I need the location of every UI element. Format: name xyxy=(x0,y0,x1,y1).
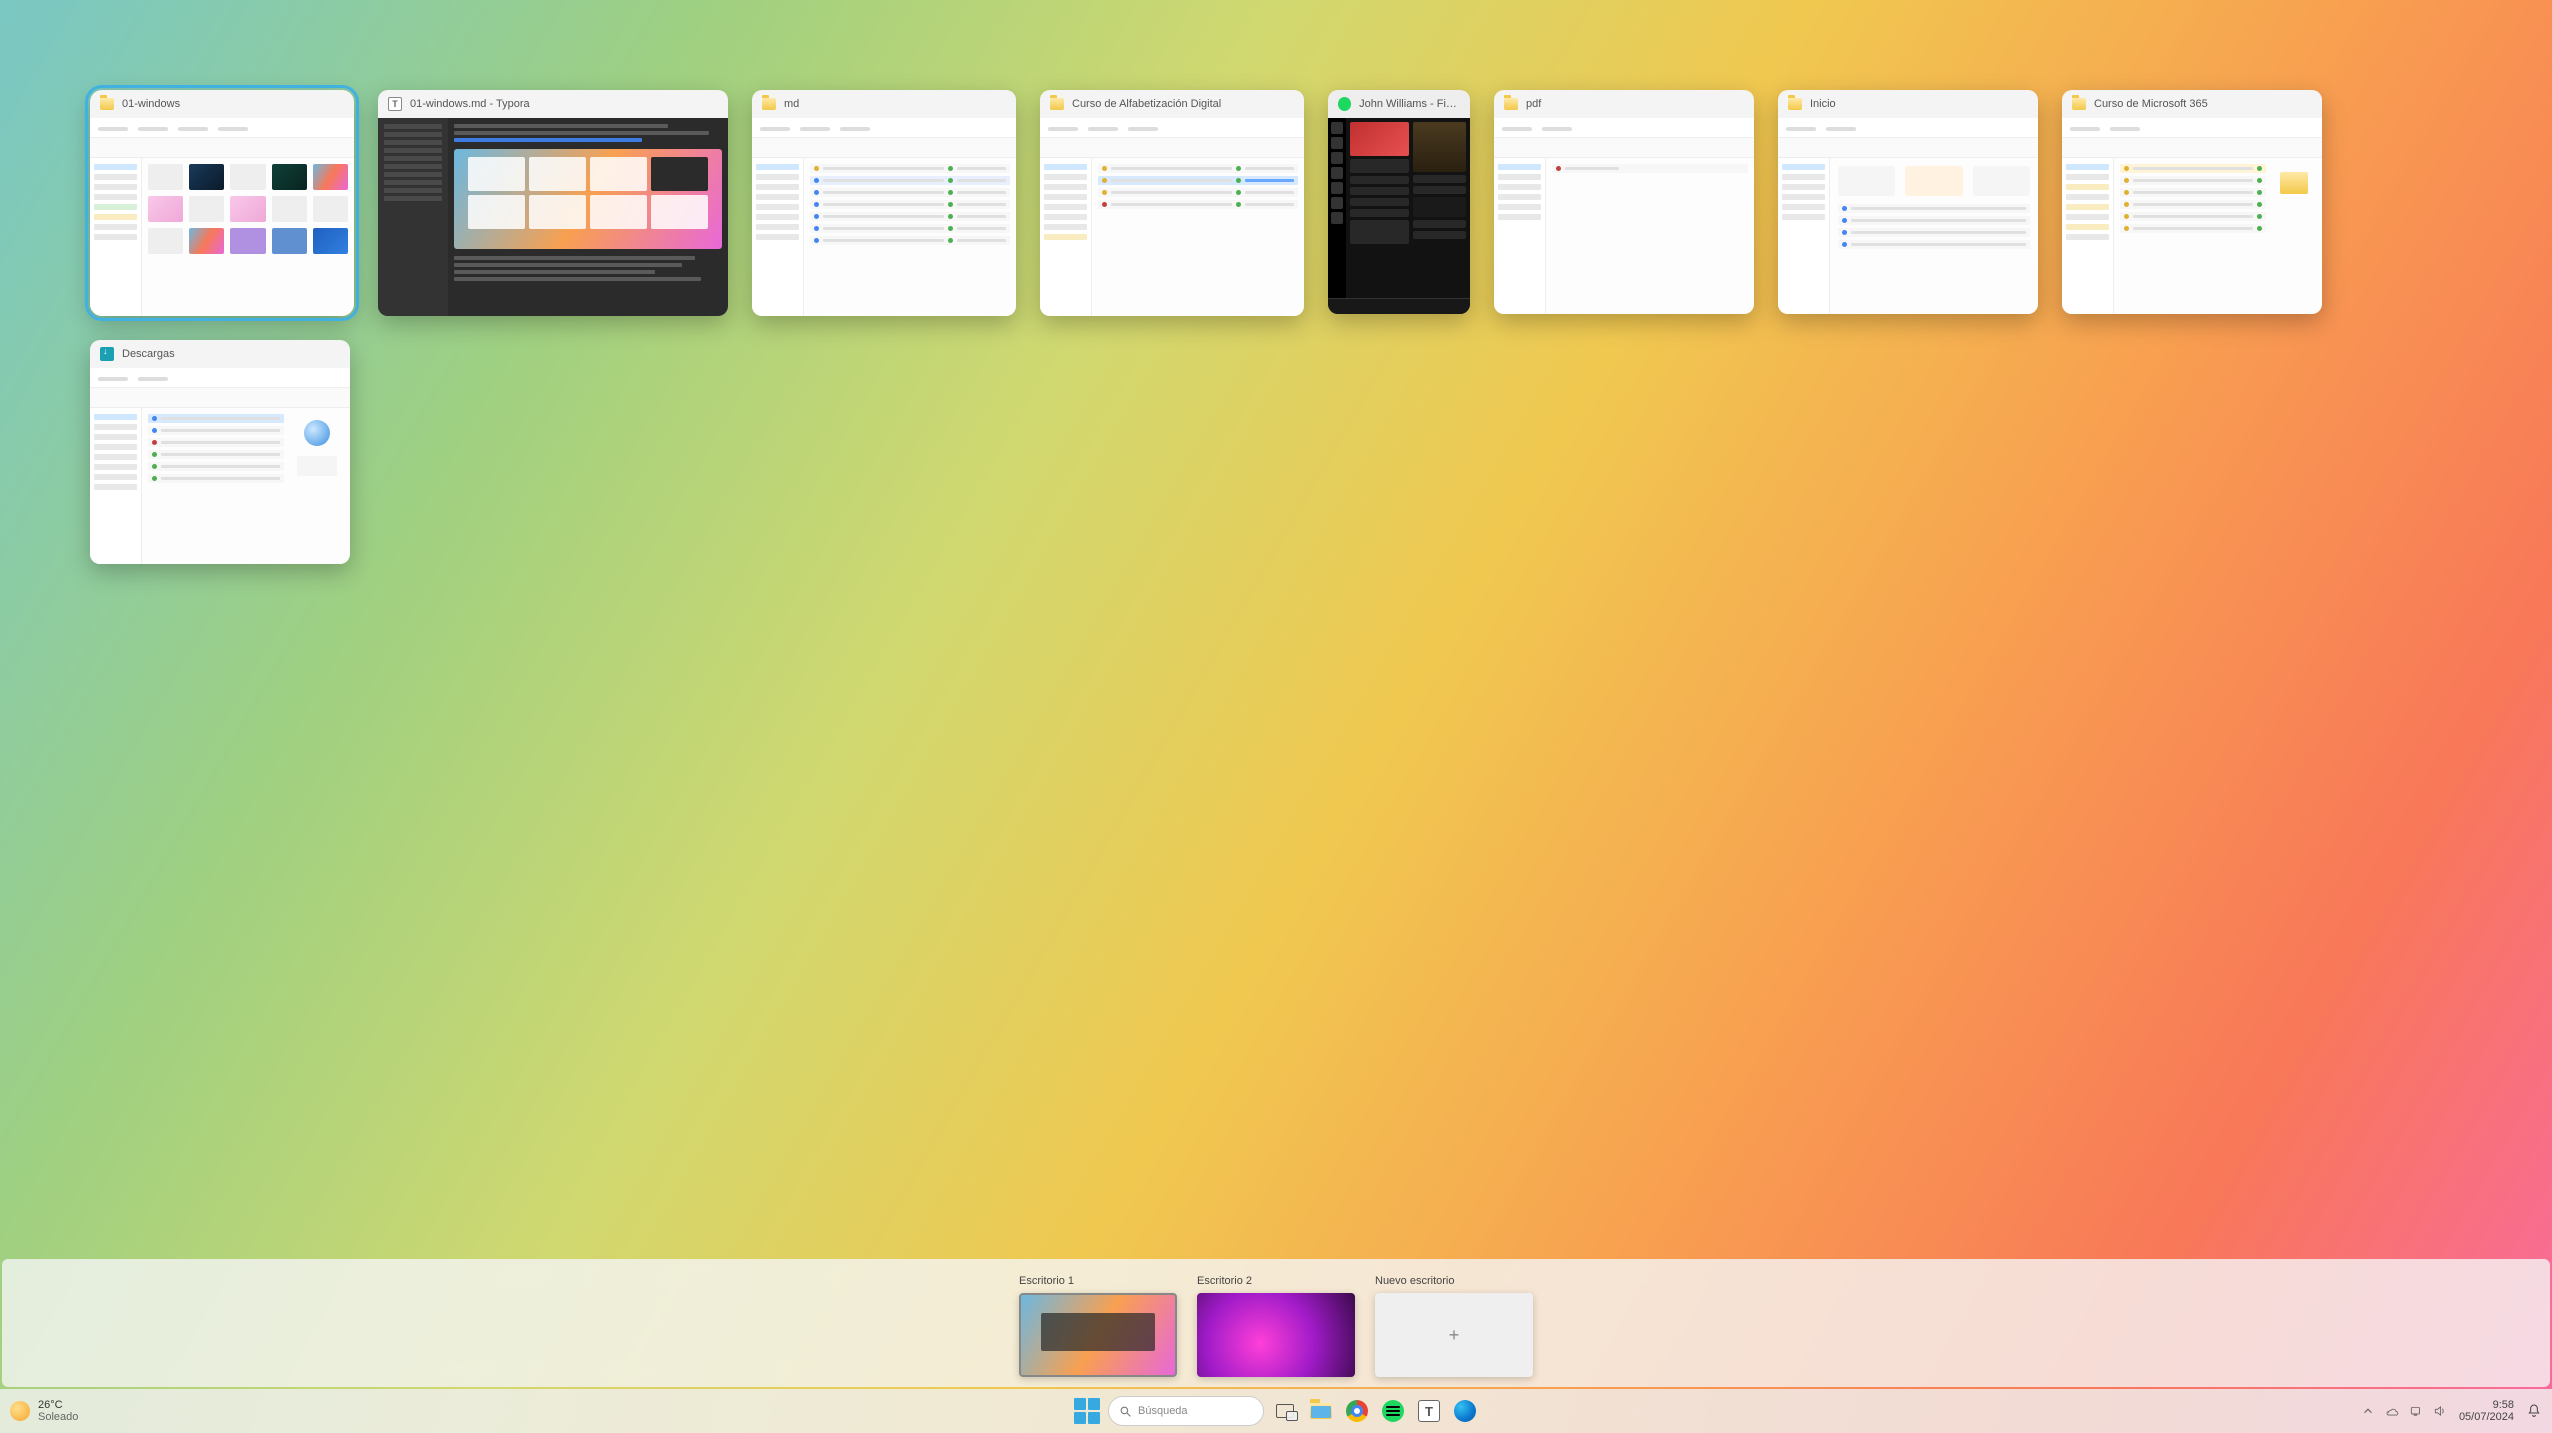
window-titlebar: Curso de Alfabetización Digital xyxy=(1040,90,1304,118)
vd-label: Nuevo escritorio xyxy=(1375,1275,1533,1287)
window-inicio[interactable]: Inicio xyxy=(1778,90,2038,314)
virtual-desktop-strip: Escritorio 1 Escritorio 2 Nuevo escritor… xyxy=(2,1259,2550,1387)
weather-temp: 26°C xyxy=(38,1399,78,1411)
spotify-icon xyxy=(1338,97,1351,111)
window-preview xyxy=(1040,118,1304,316)
folder-icon xyxy=(100,98,114,110)
window-titlebar: 01-windows xyxy=(90,90,354,118)
window-preview xyxy=(752,118,1016,316)
system-tray xyxy=(2361,1404,2447,1418)
window-title: md xyxy=(784,98,799,110)
window-titlebar: Inicio xyxy=(1778,90,2038,118)
onedrive-icon[interactable] xyxy=(2385,1404,2399,1418)
window-preview xyxy=(90,118,354,316)
task-view-button[interactable] xyxy=(1270,1396,1300,1426)
window-preview xyxy=(1778,118,2038,314)
new-desktop[interactable]: Nuevo escritorio + xyxy=(1375,1275,1533,1377)
search-placeholder: Búsqueda xyxy=(1138,1405,1188,1417)
notifications-button[interactable] xyxy=(2526,1402,2542,1420)
window-title: Curso de Alfabetización Digital xyxy=(1072,98,1221,110)
window-spotify[interactable]: John Williams - Finale xyxy=(1328,90,1470,314)
virtual-desktop-1[interactable]: Escritorio 1 xyxy=(1019,1275,1177,1377)
taskbar: 26°C Soleado Búsqueda T 9:58 05/07/2024 xyxy=(0,1389,2552,1433)
volume-icon[interactable] xyxy=(2433,1404,2447,1418)
start-button[interactable] xyxy=(1072,1396,1102,1426)
window-typora[interactable]: T 01-windows.md - Typora xyxy=(378,90,728,316)
vd-label: Escritorio 1 xyxy=(1019,1275,1177,1287)
window-titlebar: T 01-windows.md - Typora xyxy=(378,90,728,118)
folder-icon xyxy=(2072,98,2086,110)
vd-thumb[interactable] xyxy=(1197,1293,1355,1377)
window-titlebar: Descargas xyxy=(90,340,350,368)
tray-chevron-up-icon[interactable] xyxy=(2361,1404,2375,1418)
taskbar-center: Búsqueda T xyxy=(1072,1396,1480,1426)
weather-sun-icon xyxy=(10,1401,30,1421)
window-preview xyxy=(90,368,350,564)
window-01-windows[interactable]: 01-windows xyxy=(90,90,354,316)
vd-thumb[interactable] xyxy=(1019,1293,1177,1377)
edge-icon xyxy=(1454,1400,1476,1422)
chrome-icon xyxy=(1346,1400,1368,1422)
window-title: Descargas xyxy=(122,348,175,360)
file-explorer-icon xyxy=(1310,1403,1332,1419)
window-title: pdf xyxy=(1526,98,1541,110)
window-titlebar: Curso de Microsoft 365 xyxy=(2062,90,2322,118)
downloads-icon xyxy=(100,347,114,361)
window-preview xyxy=(1494,118,1754,314)
window-curso-m365[interactable]: Curso de Microsoft 365 xyxy=(2062,90,2322,314)
window-md[interactable]: md xyxy=(752,90,1016,316)
folder-icon xyxy=(1788,98,1802,110)
window-title: John Williams - Finale xyxy=(1359,98,1460,110)
taskbar-clock[interactable]: 9:58 05/07/2024 xyxy=(2459,1399,2514,1423)
task-view-icon xyxy=(1276,1404,1294,1418)
window-preview xyxy=(2062,118,2322,314)
task-view: 01-windows xyxy=(90,90,2462,564)
taskbar-weather[interactable]: 26°C Soleado xyxy=(10,1399,78,1423)
typora-icon: T xyxy=(388,97,402,111)
search-icon xyxy=(1119,1405,1132,1418)
folder-icon xyxy=(762,98,776,110)
taskbar-app-typora[interactable]: T xyxy=(1414,1396,1444,1426)
window-preview xyxy=(378,118,728,316)
taskbar-app-edge[interactable] xyxy=(1450,1396,1480,1426)
taskbar-app-chrome[interactable] xyxy=(1342,1396,1372,1426)
window-title: 01-windows xyxy=(122,98,180,110)
clock-time: 9:58 xyxy=(2493,1399,2514,1411)
window-titlebar: pdf xyxy=(1494,90,1754,118)
weather-cond: Soleado xyxy=(38,1411,78,1423)
window-curso-alfabetizacion[interactable]: Curso de Alfabetización Digital xyxy=(1040,90,1304,316)
wifi-icon[interactable] xyxy=(2409,1404,2423,1418)
window-pdf[interactable]: pdf xyxy=(1494,90,1754,314)
window-title: 01-windows.md - Typora xyxy=(410,98,530,110)
search-box[interactable]: Búsqueda xyxy=(1108,1396,1264,1426)
taskbar-right: 9:58 05/07/2024 xyxy=(2361,1399,2542,1423)
taskbar-app-explorer[interactable] xyxy=(1306,1396,1336,1426)
window-titlebar: John Williams - Finale xyxy=(1328,90,1470,118)
vd-label: Escritorio 2 xyxy=(1197,1275,1355,1287)
typora-icon: T xyxy=(1418,1400,1440,1422)
bell-icon xyxy=(2526,1402,2542,1420)
vd-thumb-new[interactable]: + xyxy=(1375,1293,1533,1377)
virtual-desktop-2[interactable]: Escritorio 2 xyxy=(1197,1275,1355,1377)
taskbar-app-spotify[interactable] xyxy=(1378,1396,1408,1426)
window-title: Curso de Microsoft 365 xyxy=(2094,98,2208,110)
folder-icon xyxy=(1504,98,1518,110)
folder-icon xyxy=(1050,98,1064,110)
clock-date: 05/07/2024 xyxy=(2459,1411,2514,1423)
spotify-icon xyxy=(1382,1400,1404,1422)
window-titlebar: md xyxy=(752,90,1016,118)
window-title: Inicio xyxy=(1810,98,1836,110)
window-preview xyxy=(1328,118,1470,314)
window-descargas[interactable]: Descargas xyxy=(90,340,350,564)
